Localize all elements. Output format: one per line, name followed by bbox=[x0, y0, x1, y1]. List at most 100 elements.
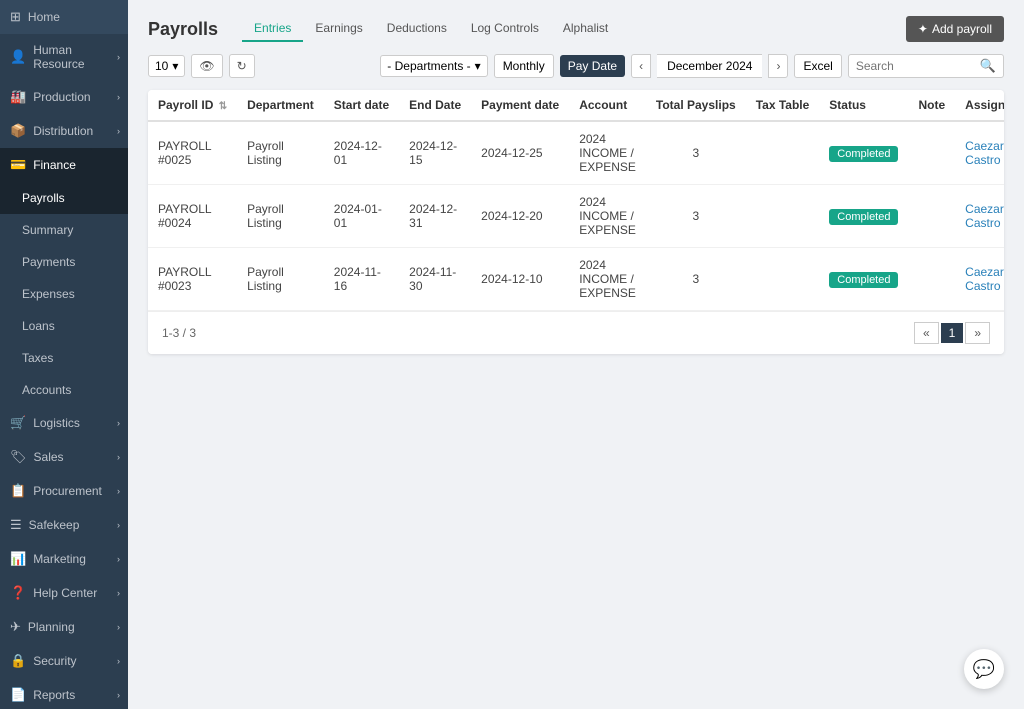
sidebar-item-accounts[interactable]: Accounts bbox=[0, 374, 128, 406]
sidebar-item-planning[interactable]: ✈ Planning › bbox=[0, 610, 128, 644]
cell-note bbox=[908, 121, 955, 185]
sidebar-item-label: Help Center bbox=[33, 586, 97, 600]
departments-select[interactable]: - Departments - ▾ bbox=[380, 55, 487, 77]
cell-total-payslips: 3 bbox=[646, 121, 746, 185]
col-start-date: Start date bbox=[324, 90, 399, 121]
distribution-icon: 📦 bbox=[10, 123, 26, 139]
cell-assigned-to[interactable]: Caezar II De Castro bbox=[955, 185, 1004, 248]
tab-earnings[interactable]: Earnings bbox=[303, 16, 374, 42]
cell-start-date: 2024-12-01 bbox=[324, 121, 399, 185]
sidebar-item-expenses[interactable]: Expenses bbox=[0, 278, 128, 310]
cell-end-date: 2024-12-15 bbox=[399, 121, 471, 185]
cell-end-date: 2024-11-30 bbox=[399, 248, 471, 311]
cell-assigned-to[interactable]: Caezar II De Castro bbox=[955, 248, 1004, 311]
sidebar-item-taxes[interactable]: Taxes bbox=[0, 342, 128, 374]
sidebar: ⊞ Home 👤 Human Resource › 🏭 Production ›… bbox=[0, 0, 128, 709]
chevron-right-icon: › bbox=[117, 452, 120, 462]
sidebar-item-production[interactable]: 🏭 Production › bbox=[0, 80, 128, 114]
chevron-right-icon: › bbox=[117, 486, 120, 496]
chevron-right-icon: › bbox=[117, 520, 120, 530]
eye-icon: 👁 bbox=[199, 59, 214, 73]
sidebar-item-label: Procurement bbox=[33, 484, 102, 498]
table-row: PAYROLL #0025 Payroll Listing 2024-12-01… bbox=[148, 121, 1004, 185]
chat-icon: 💬 bbox=[973, 659, 995, 680]
chevron-right-icon: › bbox=[117, 418, 120, 428]
payrolls-table: Payroll ID ⇅ Department Start date End D… bbox=[148, 90, 1004, 354]
excel-button[interactable]: Excel bbox=[794, 54, 841, 78]
cell-total-payslips: 3 bbox=[646, 185, 746, 248]
per-page-select[interactable]: 10 ▾ bbox=[148, 55, 185, 77]
add-payroll-button[interactable]: ✦ Add payroll bbox=[906, 16, 1004, 42]
col-department: Department bbox=[237, 90, 324, 121]
human-resource-icon: 👤 bbox=[10, 49, 26, 65]
procurement-icon: 📋 bbox=[10, 483, 26, 499]
cell-department: Payroll Listing bbox=[237, 185, 324, 248]
sidebar-item-finance[interactable]: 💳 Finance bbox=[0, 148, 128, 182]
sidebar-item-payrolls[interactable]: Payrolls bbox=[0, 182, 128, 214]
tab-log-controls[interactable]: Log Controls bbox=[459, 16, 551, 42]
monthly-button[interactable]: Monthly bbox=[494, 54, 554, 78]
sidebar-item-sales[interactable]: 🏷 Sales › bbox=[0, 440, 128, 474]
sidebar-item-payments[interactable]: Payments bbox=[0, 246, 128, 278]
tab-alphalist[interactable]: Alphalist bbox=[551, 16, 620, 42]
sidebar-item-summary[interactable]: Summary bbox=[0, 214, 128, 246]
pagination-info: 1-3 / 3 bbox=[162, 326, 196, 340]
cell-start-date: 2024-11-16 bbox=[324, 248, 399, 311]
cell-assigned-to[interactable]: Caezar II De Castro bbox=[955, 121, 1004, 185]
sidebar-item-label: Production bbox=[33, 90, 90, 104]
first-page-button[interactable]: « bbox=[914, 322, 939, 344]
help-icon: ❓ bbox=[10, 585, 26, 601]
sidebar-item-home[interactable]: ⊞ Home bbox=[0, 0, 128, 34]
sidebar-item-distribution[interactable]: 📦 Distribution › bbox=[0, 114, 128, 148]
cell-account: 2024 INCOME / EXPENSE bbox=[569, 248, 646, 311]
refresh-button[interactable]: ↻ bbox=[229, 54, 255, 78]
cell-payroll-id: PAYROLL #0025 bbox=[148, 121, 237, 185]
pay-date-label: Pay Date bbox=[568, 59, 617, 73]
sidebar-item-safekeep[interactable]: ☰ Safekeep › bbox=[0, 508, 128, 542]
table-row: PAYROLL #0024 Payroll Listing 2024-01-01… bbox=[148, 185, 1004, 248]
chat-bubble[interactable]: 💬 bbox=[964, 649, 1004, 689]
safekeep-icon: ☰ bbox=[10, 517, 22, 533]
cell-payment-date: 2024-12-25 bbox=[471, 121, 569, 185]
tab-deductions[interactable]: Deductions bbox=[375, 16, 459, 42]
cell-status: Completed bbox=[819, 185, 908, 248]
sales-icon: 🏷 bbox=[10, 449, 27, 465]
sidebar-item-help-center[interactable]: ❓ Help Center › bbox=[0, 576, 128, 610]
sidebar-item-security[interactable]: 🔒 Security › bbox=[0, 644, 128, 678]
col-assigned-to: Assigned To bbox=[955, 90, 1004, 121]
sidebar-item-label: Payrolls bbox=[22, 191, 65, 205]
chevron-right-icon: › bbox=[117, 656, 120, 666]
sidebar-item-reports[interactable]: 📄 Reports › bbox=[0, 678, 128, 709]
monthly-label: Monthly bbox=[503, 59, 545, 73]
page-buttons: « 1 » bbox=[914, 322, 990, 344]
chevron-right-icon: › bbox=[117, 554, 120, 564]
sidebar-item-label: Security bbox=[33, 654, 76, 668]
sidebar-item-label: Reports bbox=[33, 688, 75, 702]
cell-department: Payroll Listing bbox=[237, 121, 324, 185]
planning-icon: ✈ bbox=[10, 619, 21, 635]
sidebar-item-label: Logistics bbox=[33, 416, 80, 430]
cell-tax-table bbox=[746, 248, 820, 311]
sidebar-item-human-resource[interactable]: 👤 Human Resource › bbox=[0, 34, 128, 80]
prev-date-button[interactable]: ‹ bbox=[631, 54, 651, 78]
tab-entries[interactable]: Entries bbox=[242, 16, 303, 42]
next-date-button[interactable]: › bbox=[768, 54, 788, 78]
col-account: Account bbox=[569, 90, 646, 121]
sidebar-item-label: Payments bbox=[22, 255, 75, 269]
col-tax-table: Tax Table bbox=[746, 90, 820, 121]
search-input[interactable] bbox=[856, 59, 976, 73]
chevron-right-icon: › bbox=[117, 126, 120, 136]
sidebar-item-logistics[interactable]: 🛒 Logistics › bbox=[0, 406, 128, 440]
home-icon: ⊞ bbox=[10, 9, 21, 25]
sidebar-item-procurement[interactable]: 📋 Procurement › bbox=[0, 474, 128, 508]
sidebar-item-label: Sales bbox=[34, 450, 64, 464]
sidebar-item-marketing[interactable]: 📊 Marketing › bbox=[0, 542, 128, 576]
pagination: 1-3 / 3 « 1 » bbox=[148, 311, 1004, 354]
page-1-button[interactable]: 1 bbox=[941, 323, 964, 343]
visibility-button[interactable]: 👁 bbox=[191, 54, 222, 78]
pay-date-button[interactable]: Pay Date bbox=[560, 55, 625, 77]
sidebar-item-loans[interactable]: Loans bbox=[0, 310, 128, 342]
refresh-icon: ↻ bbox=[237, 59, 247, 73]
last-page-button[interactable]: » bbox=[965, 322, 990, 344]
chevron-right-icon: › bbox=[117, 52, 120, 62]
